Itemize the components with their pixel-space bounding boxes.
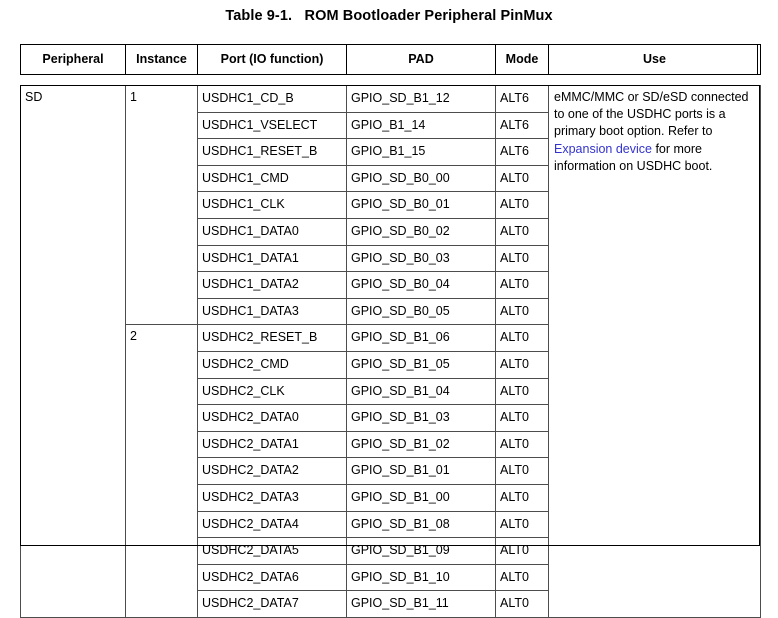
cell-port: USDHC2_DATA5 xyxy=(197,537,347,565)
cell-use: eMMC/MMC or SD/eSD connected to one of t… xyxy=(548,85,761,618)
cell-port: USDHC2_DATA6 xyxy=(197,563,347,592)
cell-mode: ALT6 xyxy=(495,138,549,166)
cell-mode: ALT0 xyxy=(495,430,549,459)
cell-port: USDHC2_DATA4 xyxy=(197,510,347,539)
cell-port: USDHC1_DATA1 xyxy=(197,244,347,273)
cell-mode: ALT6 xyxy=(495,111,549,140)
cell-pad: GPIO_SD_B1_08 xyxy=(346,510,496,539)
cell-pad: GPIO_SD_B1_12 xyxy=(346,85,496,113)
pinmux-table: SD 1 USDHC1_CD_B GPIO_SD_B1_12 ALT6 eMMC/MMC … xyxy=(20,84,761,618)
cell-port: USDHC1_CLK xyxy=(197,191,347,219)
cell-mode: ALT6 xyxy=(495,85,549,113)
cell-port: USDHC1_DATA0 xyxy=(197,217,347,246)
column-header-instance: Instance xyxy=(125,44,198,75)
cell-port: USDHC2_DATA1 xyxy=(197,430,347,459)
cell-port: USDHC1_VSELECT xyxy=(197,111,347,140)
cell-port: USDHC1_DATA2 xyxy=(197,271,347,299)
cell-mode: ALT0 xyxy=(495,483,549,512)
cell-mode: ALT0 xyxy=(495,164,549,193)
cell-pad: GPIO_SD_B1_11 xyxy=(346,590,496,618)
cell-pad: GPIO_SD_B1_09 xyxy=(346,537,496,565)
cell-port: USDHC2_RESET_B xyxy=(197,324,347,352)
cell-port: USDHC2_CMD xyxy=(197,350,347,379)
column-header-pad: PAD xyxy=(346,44,496,75)
cell-peripheral: SD xyxy=(20,85,126,618)
cell-port: USDHC1_CMD xyxy=(197,164,347,193)
cell-pad: GPIO_SD_B1_05 xyxy=(346,350,496,379)
cell-mode: ALT0 xyxy=(495,563,549,592)
cell-pad: GPIO_SD_B0_00 xyxy=(346,164,496,193)
table-row: SD 1 USDHC1_CD_B GPIO_SD_B1_12 ALT6 eMMC/MMC … xyxy=(20,84,761,618)
cell-instance: 2 xyxy=(125,324,198,618)
cell-port: USDHC1_CD_B xyxy=(197,85,347,113)
cell-port: USDHC1_DATA3 xyxy=(197,297,347,326)
cell-pad: GPIO_SD_B0_01 xyxy=(346,191,496,219)
cell-mode: ALT0 xyxy=(495,590,549,618)
cell-pad: GPIO_SD_B0_04 xyxy=(346,271,496,299)
cell-instance: 1 xyxy=(125,84,198,326)
page-title: Table 9-1. ROM Bootloader Peripheral Pin… xyxy=(225,8,553,24)
cell-mode: ALT0 xyxy=(495,377,549,406)
cell-pad: GPIO_SD_B1_00 xyxy=(346,483,496,512)
cell-mode: ALT0 xyxy=(495,217,549,246)
column-header-mode: Mode xyxy=(495,44,549,75)
cell-pad: GPIO_SD_B0_03 xyxy=(346,244,496,273)
cell-port: USDHC2_DATA2 xyxy=(197,457,347,485)
header-row: Peripheral Instance Port (IO function) P… xyxy=(20,44,761,75)
column-header-peripheral: Peripheral xyxy=(20,44,126,75)
column-header-use: Use xyxy=(548,44,761,75)
cell-mode: ALT0 xyxy=(495,271,549,299)
cell-pad: GPIO_SD_B1_02 xyxy=(346,430,496,459)
cell-pad: GPIO_SD_B0_02 xyxy=(346,217,496,246)
cell-port: USDHC2_DATA0 xyxy=(197,404,347,432)
column-header-port: Port (IO function) xyxy=(197,44,347,75)
cell-mode: ALT0 xyxy=(495,510,549,539)
cell-mode: ALT0 xyxy=(495,297,549,326)
cell-mode: ALT0 xyxy=(495,244,549,273)
cell-mode: ALT0 xyxy=(495,537,549,565)
cell-pad: GPIO_SD_B1_10 xyxy=(346,563,496,592)
cell-pad: GPIO_B1_14 xyxy=(346,111,496,140)
table-header: Peripheral Instance Port (IO function) P… xyxy=(20,44,761,75)
cell-pad: GPIO_SD_B1_03 xyxy=(346,404,496,432)
cell-mode: ALT0 xyxy=(495,191,549,219)
expansion-device-link[interactable]: Expansion device xyxy=(554,142,652,156)
cell-pad: GPIO_SD_B1_06 xyxy=(346,324,496,352)
cell-pad: GPIO_SD_B0_05 xyxy=(346,297,496,326)
cell-mode: ALT0 xyxy=(495,404,549,432)
table-body-region: SD 1 USDHC1_CD_B GPIO_SD_B1_12 ALT6 eMMC/MMC … xyxy=(20,84,761,618)
cell-pad: GPIO_SD_B1_04 xyxy=(346,377,496,406)
cell-pad: GPIO_SD_B1_01 xyxy=(346,457,496,485)
cell-port: USDHC1_RESET_B xyxy=(197,138,347,166)
cell-pad: GPIO_B1_15 xyxy=(346,138,496,166)
cell-port: USDHC2_DATA3 xyxy=(197,483,347,512)
cell-mode: ALT0 xyxy=(495,457,549,485)
cell-mode: ALT0 xyxy=(495,324,549,352)
cell-mode: ALT0 xyxy=(495,350,549,379)
cell-port: USDHC2_DATA7 xyxy=(197,590,347,618)
cell-port: USDHC2_CLK xyxy=(197,377,347,406)
